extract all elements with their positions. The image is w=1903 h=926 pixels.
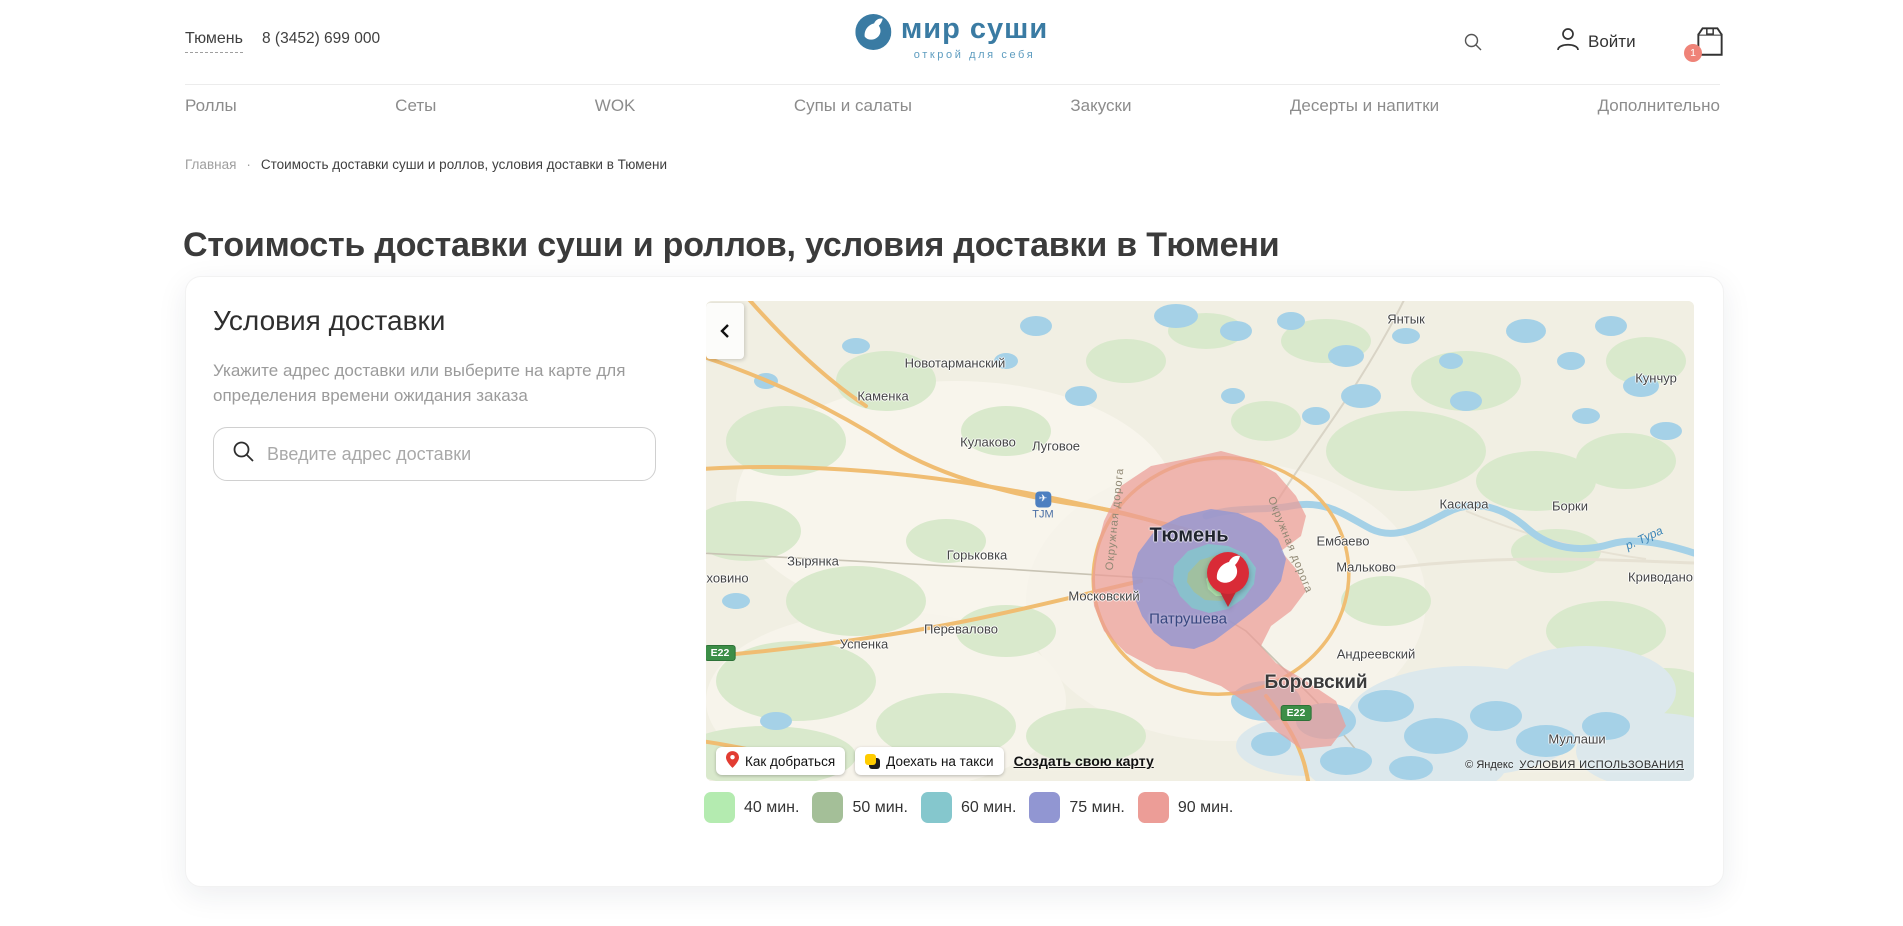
route-button[interactable]: Как добраться — [716, 747, 845, 775]
map-place-label: Новотарманский — [905, 356, 1006, 371]
map-place-label: Московский — [1068, 589, 1139, 604]
map-place-label: Успенка — [840, 637, 889, 652]
create-map-link[interactable]: Создать свою карту — [1014, 753, 1154, 769]
nav-item[interactable]: Сеты — [395, 96, 436, 116]
address-input[interactable] — [255, 443, 655, 466]
legend-label: 40 мин. — [744, 799, 799, 817]
address-search-box[interactable] — [213, 427, 656, 481]
map-place-label: Кунчур — [1635, 371, 1677, 386]
map-labels: Новотарманский Каменка Кулаково Луговое Зыря… — [706, 301, 1694, 781]
legend-swatch — [704, 792, 735, 823]
legend-item: 90 мин. — [1138, 792, 1233, 823]
road-badge: E22 — [1281, 705, 1312, 721]
taxi-button[interactable]: Доехать на такси — [855, 747, 1003, 775]
chevron-left-icon — [720, 323, 730, 339]
nav-item[interactable]: Дополнительно — [1598, 96, 1720, 116]
logo[interactable]: мир суши открой для себя — [855, 14, 1048, 61]
map-place-label: Борки — [1552, 499, 1588, 514]
map-place-label: р. Тура — [1623, 523, 1665, 552]
map-controls: Как добраться Доехать на такси Создать с… — [716, 747, 1154, 775]
legend-label: 75 мин. — [1069, 799, 1124, 817]
search-icon — [232, 440, 255, 468]
logo-title: мир суши — [901, 14, 1048, 46]
city-selector[interactable]: Тюмень — [185, 30, 243, 53]
map-place-label: Горьковка — [947, 548, 1008, 563]
terms-of-use-link[interactable]: Условия использования — [1519, 759, 1684, 771]
page: Тюмень 8 (3452) 699 000 мир суши открой … — [0, 0, 1903, 926]
login-button[interactable]: Войти — [1555, 26, 1636, 57]
map-place-label: Каскара — [1440, 497, 1489, 512]
map-place-label: Тюмень — [1149, 525, 1228, 548]
legend-item: 50 мин. — [812, 792, 907, 823]
delivery-conditions-heading: Условия доставки — [213, 305, 445, 337]
cart-button[interactable]: 1 — [1692, 24, 1732, 58]
nav-item[interactable]: Роллы — [185, 96, 237, 116]
legend-swatch — [1029, 792, 1060, 823]
map-place-label: рховино — [706, 571, 749, 586]
map-place-label: Перевалово — [924, 622, 998, 637]
zones-legend: 40 мин. 50 мин. 60 мин. 75 мин. 90 мин. — [704, 792, 1246, 823]
airport-code-label: TJM — [1032, 509, 1053, 521]
legend-item: 75 мин. — [1029, 792, 1124, 823]
user-icon — [1555, 26, 1581, 57]
delivery-map[interactable]: Новотарманский Каменка Кулаково Луговое Зыря… — [706, 301, 1694, 781]
map-place-label: Ембаево — [1316, 534, 1369, 549]
phone-link[interactable]: 8 (3452) 699 000 — [262, 30, 380, 48]
map-place-label: Боровский — [1264, 672, 1367, 694]
search-icon[interactable] — [1463, 32, 1483, 57]
legend-swatch — [812, 792, 843, 823]
map-place-label: Патрушева — [1149, 611, 1227, 628]
cart-badge: 1 — [1684, 44, 1702, 62]
airplane-icon: ✈ — [1035, 492, 1051, 508]
map-place-label: Криводанов — [1628, 570, 1694, 585]
legend-label: 90 мин. — [1178, 799, 1233, 817]
nav-item[interactable]: Десерты и напитки — [1290, 96, 1439, 116]
road-badge: E22 — [706, 645, 735, 661]
page-title: Стоимость доставки суши и роллов, услови… — [183, 226, 1279, 265]
breadcrumb-separator: · — [246, 157, 251, 172]
legend-item: 40 мин. — [704, 792, 799, 823]
delivery-conditions-description: Укажите адрес доставки или выберите на к… — [213, 359, 675, 408]
legend-swatch — [921, 792, 952, 823]
header-divider — [185, 84, 1720, 85]
logo-fish-icon — [855, 14, 891, 55]
route-button-label: Как добраться — [745, 754, 835, 769]
main-nav: Роллы Сеты WOK Супы и салаты Закуски Десерты … — [185, 96, 1720, 116]
nav-item[interactable]: Закуски — [1070, 96, 1131, 116]
map-place-label: Каменка — [857, 389, 908, 404]
login-label: Войти — [1588, 32, 1636, 52]
location-pin-icon — [726, 751, 739, 771]
map-place-label: Окружная дорога — [1104, 467, 1127, 571]
map-place-label: Муллаши — [1548, 732, 1605, 747]
legend-label: 50 мин. — [852, 799, 907, 817]
map-place-label: Андреевский — [1337, 647, 1416, 662]
map-place-label: Янтык — [1387, 312, 1425, 327]
airport-marker: ✈TJM — [1032, 492, 1053, 521]
logo-tagline: открой для себя — [914, 49, 1036, 61]
breadcrumb: Главная · Стоимость доставки суши и ролл… — [185, 157, 667, 172]
map-place-label: Мальково — [1336, 560, 1396, 575]
map-brand-marker[interactable] — [1205, 551, 1251, 609]
breadcrumb-current: Стоимость доставки суши и роллов, услови… — [261, 157, 667, 172]
map-place-label: Зырянка — [787, 554, 839, 569]
map-copyright: © Яндекс Условия использования — [1465, 759, 1684, 771]
breadcrumb-home[interactable]: Главная — [185, 157, 236, 172]
nav-item[interactable]: Супы и салаты — [794, 96, 912, 116]
nav-item[interactable]: WOK — [595, 96, 636, 116]
legend-item: 60 мин. — [921, 792, 1016, 823]
taxi-icon — [865, 754, 880, 769]
map-place-label: Луговое — [1032, 439, 1080, 454]
legend-label: 60 мин. — [961, 799, 1016, 817]
map-place-label: Кулаково — [960, 435, 1016, 450]
delivery-card: Условия доставки Укажите адрес доставки … — [185, 276, 1724, 887]
legend-swatch — [1138, 792, 1169, 823]
copyright-text: © Яндекс — [1465, 759, 1513, 771]
collapse-panel-button[interactable] — [706, 303, 744, 359]
map-place-label: Окружная дорога — [1265, 495, 1315, 595]
taxi-button-label: Доехать на такси — [886, 754, 993, 769]
